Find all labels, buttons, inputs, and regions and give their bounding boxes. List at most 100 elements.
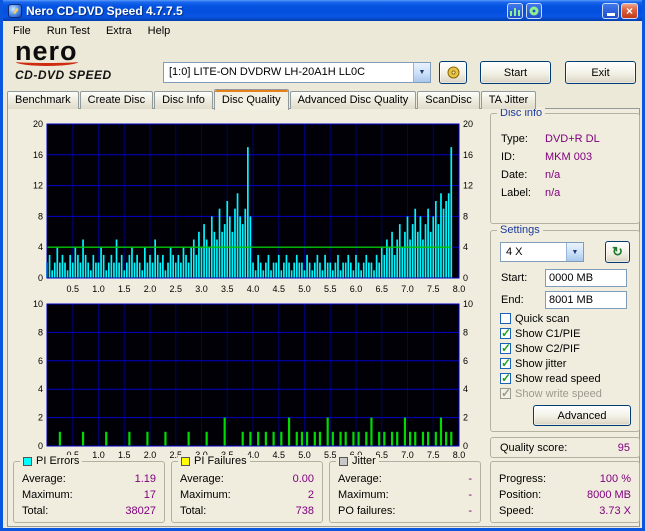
window-controls: × bbox=[602, 3, 638, 19]
tab-create-disc[interactable]: Create Disc bbox=[79, 91, 154, 109]
checkbox-icon bbox=[500, 341, 511, 355]
svg-text:8: 8 bbox=[38, 211, 43, 221]
svg-text:0: 0 bbox=[38, 273, 43, 283]
pie-chart: 0 0 4 4 8 8 12 12 16 16 20 20 0.5 1.0 1.5 2.0 2.5 3.0 3.5 4… bbox=[33, 119, 473, 294]
pi-errors-maximum-row: Maximum: 17 bbox=[22, 489, 156, 501]
pi-errors-title: PI Errors bbox=[36, 455, 80, 467]
bar-chart-icon bbox=[510, 7, 520, 16]
svg-text:1.5: 1.5 bbox=[118, 284, 131, 294]
tab-strip: Benchmark Create Disc Disc Info Disc Qua… bbox=[7, 88, 537, 110]
nero-logo-text: nero bbox=[15, 36, 78, 66]
pi-errors-total-row: Total: 38027 bbox=[22, 505, 156, 517]
pi-failures-maximum-row: Maximum: 2 bbox=[180, 489, 314, 501]
disc-type-row: Type: DVD+R DL bbox=[501, 133, 600, 145]
pi-failures-swatch bbox=[181, 456, 190, 466]
checkbox-show-c1-pie[interactable]: Show C1/PIE bbox=[500, 326, 635, 341]
tab-scandisc[interactable]: ScanDisc bbox=[417, 91, 480, 109]
start-position-input[interactable] bbox=[545, 269, 627, 287]
svg-text:8: 8 bbox=[38, 327, 43, 337]
advanced-button[interactable]: Advanced bbox=[533, 405, 631, 426]
app-icon bbox=[8, 3, 22, 18]
minimize-button[interactable] bbox=[602, 3, 619, 19]
jitter-maximum-row: Maximum: - bbox=[338, 489, 472, 501]
checkbox-show-write-speed: Show write speed bbox=[500, 386, 635, 401]
checkbox-quick-scan[interactable]: Quick scan bbox=[500, 311, 635, 326]
close-button[interactable]: × bbox=[621, 3, 638, 19]
start-button[interactable]: Start bbox=[480, 61, 551, 84]
svg-text:6.0: 6.0 bbox=[350, 284, 363, 294]
menu-help[interactable]: Help bbox=[140, 22, 179, 40]
quality-score-panel: Quality score: 95 bbox=[490, 437, 640, 458]
svg-text:2.5: 2.5 bbox=[169, 284, 182, 294]
tab-disc-quality[interactable]: Disc Quality bbox=[213, 89, 289, 110]
titlebar: Nero CD-DVD Speed 4.7.7.5 × bbox=[3, 0, 642, 21]
titlebar-graph-button[interactable] bbox=[507, 3, 523, 19]
speed-select[interactable]: 4 X ▼ bbox=[500, 242, 584, 262]
menu-extra[interactable]: Extra bbox=[98, 22, 140, 40]
chevron-down-icon[interactable]: ▼ bbox=[566, 243, 583, 261]
tab-disc-info[interactable]: Disc Info bbox=[154, 91, 213, 109]
svg-text:8: 8 bbox=[463, 211, 468, 221]
pi-failures-average-row: Average: 0.00 bbox=[180, 473, 314, 485]
svg-text:0.5: 0.5 bbox=[66, 284, 79, 294]
svg-text:3.5: 3.5 bbox=[221, 284, 234, 294]
svg-text:3.0: 3.0 bbox=[195, 284, 208, 294]
svg-text:7.0: 7.0 bbox=[401, 284, 414, 294]
svg-text:7.5: 7.5 bbox=[427, 284, 440, 294]
checkbox-show-jitter[interactable]: Show jitter bbox=[500, 356, 635, 371]
svg-text:6: 6 bbox=[463, 356, 468, 366]
tab-benchmark[interactable]: Benchmark bbox=[7, 91, 79, 109]
svg-text:12: 12 bbox=[463, 181, 473, 191]
window-title: Nero CD-DVD Speed 4.7.7.5 bbox=[26, 3, 183, 18]
chevron-down-icon[interactable]: ▼ bbox=[413, 63, 430, 82]
end-position-input[interactable] bbox=[545, 291, 627, 309]
disc-icon bbox=[529, 6, 539, 16]
refresh-icon: ↻ bbox=[612, 244, 623, 259]
settings-title: Settings bbox=[497, 224, 543, 236]
svg-text:5.0: 5.0 bbox=[298, 450, 311, 460]
progress-panel: Progress: 100 % Position: 8000 MB Speed: 3.… bbox=[490, 461, 640, 523]
app-window: Nero CD-DVD Speed 4.7.7.5 × File Run Tes… bbox=[0, 0, 645, 531]
svg-text:4.5: 4.5 bbox=[272, 284, 285, 294]
svg-text:4: 4 bbox=[463, 242, 468, 252]
svg-text:6: 6 bbox=[38, 356, 43, 366]
svg-text:0: 0 bbox=[463, 273, 468, 283]
jitter-average-row: Average: - bbox=[338, 473, 472, 485]
tab-ta-jitter[interactable]: TA Jitter bbox=[480, 91, 537, 109]
svg-text:2.0: 2.0 bbox=[144, 450, 157, 460]
jitter-panel: Jitter Average: - Maximum: - PO failures: - bbox=[329, 455, 481, 523]
quality-score-value: 95 bbox=[617, 441, 630, 454]
end-position-label: End: bbox=[501, 294, 524, 306]
position-row: Position: 8000 MB bbox=[499, 489, 631, 501]
svg-text:10: 10 bbox=[33, 299, 43, 309]
eject-disc-icon bbox=[447, 66, 459, 79]
settings-panel: Settings 4 X ▼ ↻ Start: End: Quick scan … bbox=[490, 224, 640, 432]
checkbox-icon bbox=[500, 313, 511, 324]
eject-button[interactable] bbox=[439, 61, 467, 84]
titlebar-disc-button[interactable] bbox=[526, 3, 542, 19]
svg-text:1.5: 1.5 bbox=[118, 450, 131, 460]
svg-text:8.0: 8.0 bbox=[453, 284, 466, 294]
checkbox-icon bbox=[500, 371, 511, 385]
drive-selector[interactable]: [1:0] LITE-ON DVDRW LH-20A1H LL0C ▼ bbox=[163, 62, 431, 83]
checkbox-show-read-speed[interactable]: Show read speed bbox=[500, 371, 635, 386]
speed-row: Speed: 3.73 X bbox=[499, 505, 631, 517]
tab-advanced-disc-quality[interactable]: Advanced Disc Quality bbox=[289, 91, 417, 109]
svg-text:20: 20 bbox=[33, 119, 43, 129]
svg-text:5.0: 5.0 bbox=[298, 284, 311, 294]
pi-failures-total-row: Total: 738 bbox=[180, 505, 314, 517]
menubar: File Run Test Extra Help bbox=[3, 21, 642, 40]
svg-text:1.0: 1.0 bbox=[92, 284, 105, 294]
exit-button[interactable]: Exit bbox=[565, 61, 636, 84]
svg-text:4: 4 bbox=[463, 384, 468, 394]
disc-label-row: Label: n/a bbox=[501, 187, 561, 199]
refresh-speed-button[interactable]: ↻ bbox=[605, 241, 630, 263]
disc-info-panel: Disc info Type: DVD+R DL ID: MKM 003 Date:… bbox=[490, 107, 640, 224]
checkbox-show-c2-pif[interactable]: Show C2/PIF bbox=[500, 341, 635, 356]
svg-text:20: 20 bbox=[463, 119, 473, 129]
pif-chart: 002244668810100.51.01.52.02.53.03.54.04.… bbox=[33, 299, 473, 460]
svg-text:5.5: 5.5 bbox=[324, 450, 337, 460]
pi-failures-title: PI Failures bbox=[194, 455, 247, 467]
quality-score-label: Quality score: bbox=[500, 441, 568, 454]
svg-text:12: 12 bbox=[33, 181, 43, 191]
